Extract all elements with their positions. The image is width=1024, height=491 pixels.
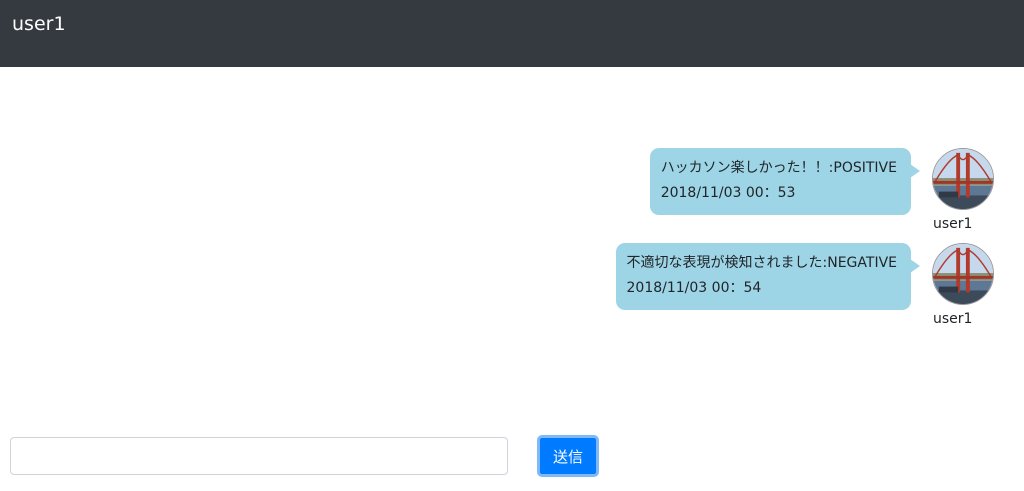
- message-bubble: 不適切な表現が検知されました:NEGATIVE 2018/11/03 00：54: [615, 243, 921, 310]
- avatar: [932, 148, 994, 210]
- sender-name: user1: [933, 311, 973, 327]
- message-sender: user1: [932, 148, 994, 233]
- message-row: ハッカソン楽しかった！！:POSITIVE 2018/11/03 00：53 u…: [649, 148, 994, 233]
- message-text: ハッカソン楽しかった！！:POSITIVE: [660, 160, 897, 176]
- send-button[interactable]: 送信: [537, 435, 599, 477]
- avatar: [932, 243, 994, 305]
- message-list: ハッカソン楽しかった！！:POSITIVE 2018/11/03 00：53 u…: [0, 67, 1024, 427]
- navbar: user1: [0, 0, 1024, 67]
- message-row: 不適切な表現が検知されました:NEGATIVE 2018/11/03 00：54…: [615, 243, 994, 328]
- message-bubble: ハッカソン楽しかった！！:POSITIVE 2018/11/03 00：53: [649, 148, 921, 215]
- sender-name: user1: [933, 216, 973, 232]
- message-timestamp: 2018/11/03 00：53: [660, 185, 796, 201]
- message-text: 不適切な表現が検知されました:NEGATIVE: [626, 255, 897, 271]
- message-input[interactable]: [10, 437, 508, 475]
- navbar-brand[interactable]: user1: [12, 12, 66, 36]
- message-timestamp: 2018/11/03 00：54: [626, 280, 762, 296]
- message-sender: user1: [932, 243, 994, 328]
